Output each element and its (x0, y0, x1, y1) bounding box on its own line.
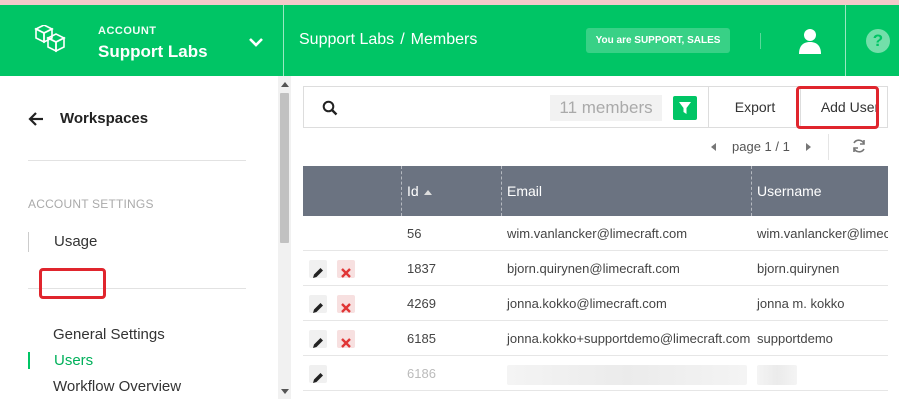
filter-button[interactable] (673, 96, 697, 120)
section-label: ACCOUNT SETTINGS (28, 197, 154, 211)
breadcrumb-account[interactable]: Support Labs (299, 31, 394, 49)
export-button[interactable]: Export (710, 87, 800, 127)
edit-icon[interactable] (309, 329, 327, 348)
breadcrumb: Support Labs / Members (299, 31, 477, 49)
cell-id: 6185 (407, 331, 436, 346)
edit-icon[interactable] (309, 294, 327, 313)
scroll-up-icon[interactable] (281, 82, 289, 87)
delete-icon[interactable] (336, 329, 355, 348)
column-label: Id (407, 183, 419, 199)
cell-email: jonna.kokko+supportdemo@limecraft.com (507, 331, 751, 346)
column-header-username[interactable]: Username (751, 166, 822, 216)
page-indicator: page 1 / 1 (732, 139, 790, 154)
cell-email-redacted (501, 356, 751, 391)
sidebar-item-general-settings[interactable]: General Settings (28, 326, 165, 343)
table-row[interactable]: 4269 jonna.kokko@limecraft.com jonna m. … (303, 286, 888, 321)
cell-username: bjorn.quirynen (757, 261, 840, 276)
filter-icon (679, 102, 691, 114)
pagination: page 1 / 1 (711, 139, 811, 154)
breadcrumb-members: Members (410, 31, 478, 48)
breadcrumb-separator: / (400, 31, 405, 48)
account-label: ACCOUNT (98, 25, 157, 37)
members-table: Id Email Username 56 wim.vanlancker@lime… (303, 166, 888, 391)
cell-username: wim.vanlancker@limecraft.com (757, 226, 888, 241)
delete-icon[interactable] (336, 294, 355, 313)
row-actions (303, 286, 401, 321)
cell-id: 1837 (407, 261, 436, 276)
sidebar-item-workflow-overview[interactable]: Workflow Overview (28, 378, 181, 395)
table-row[interactable]: 6186 (303, 356, 888, 391)
cell-id: 56 (407, 226, 422, 241)
next-page-icon[interactable] (805, 142, 811, 151)
sidebar-item-users[interactable]: Users (28, 352, 93, 369)
logo-cubes-icon[interactable] (28, 25, 68, 57)
table-row[interactable]: 1837 bjorn.quirynen@limecraft.com bjorn.… (303, 251, 888, 286)
delete-icon[interactable] (336, 259, 355, 278)
cell-email: jonna.kokko@limecraft.com (507, 296, 667, 311)
column-header-email[interactable]: Email (501, 166, 542, 216)
toolbar-divider (708, 87, 709, 127)
help-icon[interactable]: ? (866, 29, 890, 53)
back-label: Workspaces (60, 110, 149, 127)
cell-username: jonna m. kokko (757, 296, 845, 311)
header-divider (845, 5, 846, 76)
cell-email: wim.vanlancker@limecraft.com (507, 226, 688, 241)
scroll-down-icon[interactable] (281, 389, 289, 394)
add-user-highlight (796, 86, 879, 129)
back-to-workspaces[interactable]: Workspaces (28, 110, 148, 127)
user-icon[interactable] (797, 27, 823, 55)
chevron-down-icon[interactable] (246, 32, 266, 52)
header-divider (283, 5, 284, 76)
edit-icon[interactable] (309, 364, 327, 383)
member-count: 11 members (550, 95, 662, 121)
edit-icon[interactable] (309, 259, 327, 278)
divider (28, 160, 246, 161)
cell-username: supportdemo (757, 331, 833, 346)
cell-id: 4269 (407, 296, 436, 311)
row-actions (303, 356, 401, 391)
role-badge: You are SUPPORT, SALES (586, 28, 730, 53)
search-input[interactable] (348, 95, 548, 121)
pager-divider (828, 134, 829, 160)
prev-page-icon[interactable] (711, 142, 716, 151)
cell-id: 6186 (407, 366, 436, 381)
cell-email: bjorn.quirynen@limecraft.com (507, 261, 680, 276)
sort-ascending-icon (423, 189, 432, 195)
account-name[interactable]: Support Labs (98, 42, 208, 62)
sidebar-item-usage[interactable]: Usage (28, 232, 97, 252)
app-header: ACCOUNT Support Labs Support Labs / Memb… (0, 5, 899, 76)
column-header-id[interactable]: Id (401, 166, 432, 216)
header-divider (760, 33, 761, 49)
row-actions (303, 251, 401, 286)
sidebar-scrollbar[interactable] (278, 76, 291, 399)
table-row[interactable]: 6185 jonna.kokko+supportdemo@limecraft.c… (303, 321, 888, 356)
row-actions (303, 216, 401, 251)
sidebar: Workspaces ACCOUNT SETTINGS Usage Genera… (0, 76, 278, 399)
search-icon (322, 100, 338, 116)
arrow-left-icon (28, 111, 43, 126)
row-actions (303, 321, 401, 356)
scrollbar-thumb[interactable] (280, 93, 289, 243)
table-row[interactable]: 56 wim.vanlancker@limecraft.com wim.vanl… (303, 216, 888, 251)
cell-username-redacted (751, 356, 888, 391)
users-highlight (39, 268, 106, 299)
refresh-icon[interactable] (851, 138, 867, 154)
table-header: Id Email Username (303, 166, 888, 216)
